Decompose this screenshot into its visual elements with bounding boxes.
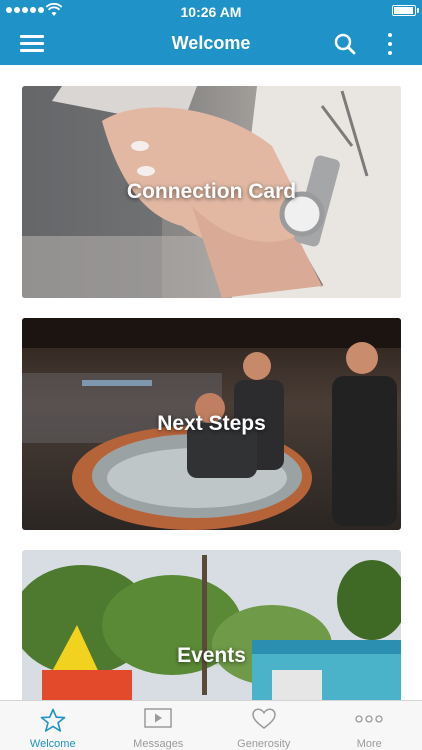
tab-label: Messages — [133, 738, 184, 750]
next-steps-tile[interactable]: Next Steps — [22, 318, 401, 530]
status-bar: 10:26 AM — [0, 0, 422, 22]
connection-card-tile[interactable]: Connection Card — [22, 86, 401, 298]
search-icon[interactable] — [334, 33, 356, 55]
video-play-icon — [144, 708, 172, 728]
tab-generosity[interactable]: Generosity — [211, 701, 317, 750]
card-title: Next Steps — [157, 412, 266, 435]
status-time: 10:26 AM — [180, 4, 242, 20]
tab-label: Welcome — [29, 738, 76, 750]
battery-icon — [392, 5, 419, 16]
tab-bar: Welcome Messages Generosity More — [0, 700, 422, 750]
horizontal-dots-icon — [355, 715, 383, 723]
tab-welcome[interactable]: Welcome — [0, 701, 106, 750]
star-icon — [40, 708, 66, 732]
tab-label: More — [356, 738, 382, 750]
heart-icon — [251, 708, 276, 729]
card-title: Connection Card — [126, 180, 297, 203]
card-title: Events — [177, 644, 246, 667]
tab-messages[interactable]: Messages — [106, 701, 212, 750]
tab-label: Generosity — [237, 738, 291, 750]
tab-more[interactable]: More — [317, 701, 422, 750]
page-title: Welcome — [171, 33, 251, 53]
nav-bar: Welcome — [0, 22, 422, 65]
vertical-dots-icon[interactable] — [385, 32, 395, 56]
